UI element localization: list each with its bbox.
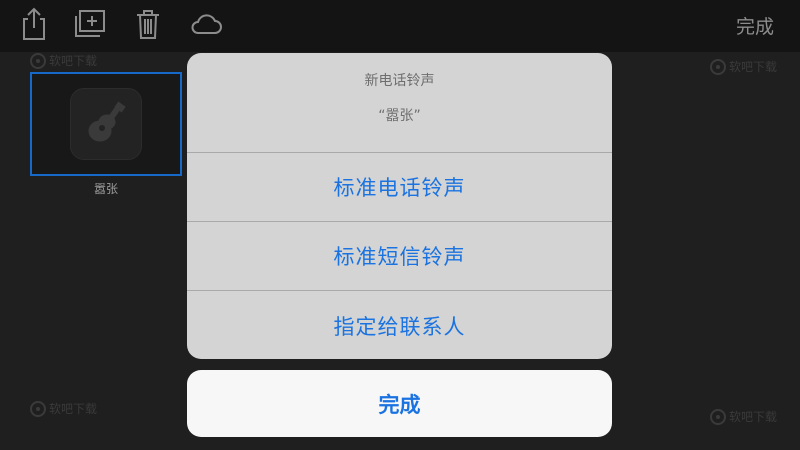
option-assign-to-contact[interactable]: 指定给联系人 bbox=[187, 291, 612, 359]
watermark-text: 软吧下载 bbox=[49, 402, 98, 416]
watermark-text: 软吧下载 bbox=[729, 410, 778, 424]
garageband-guitar-icon bbox=[70, 88, 142, 160]
action-sheet-title: 新电话铃声 bbox=[364, 73, 435, 89]
share-icon[interactable] bbox=[14, 6, 54, 42]
document-name: 嚣张 bbox=[93, 182, 118, 196]
watermark-logo-icon bbox=[710, 408, 726, 425]
option-standard-text-tone[interactable]: 标准短信铃声 bbox=[187, 222, 612, 291]
action-sheet: 新电话铃声 “嚣张” 标准电话铃声 标准短信铃声 指定给联系人 bbox=[187, 53, 612, 359]
action-sheet-header: 新电话铃声 “嚣张” bbox=[187, 53, 612, 153]
cloud-icon[interactable] bbox=[186, 6, 226, 42]
watermark-logo-icon bbox=[30, 400, 46, 417]
action-sheet-subtitle: “嚣张” bbox=[378, 108, 421, 124]
done-button-toolbar[interactable]: 完成 bbox=[736, 12, 774, 39]
trash-icon[interactable] bbox=[128, 6, 168, 42]
watermark: 软吧下载 bbox=[30, 52, 97, 69]
watermark: 软吧下载 bbox=[710, 58, 777, 75]
option-standard-ringtone[interactable]: 标准电话铃声 bbox=[187, 153, 612, 222]
watermark: 软吧下载 bbox=[30, 400, 97, 417]
document-tile-selected[interactable] bbox=[30, 72, 182, 176]
watermark-logo-icon bbox=[710, 58, 726, 75]
top-toolbar: 完成 bbox=[0, 0, 800, 52]
new-folder-icon[interactable] bbox=[70, 6, 110, 42]
watermark-text: 软吧下载 bbox=[729, 60, 778, 74]
ios-screen: 完成 嚣张 软吧下载 软吧下载 软吧下载 软吧下载 新电话铃声 “嚣张” 标准电… bbox=[0, 0, 800, 450]
watermark-text: 软吧下载 bbox=[49, 54, 98, 68]
action-sheet-done-button[interactable]: 完成 bbox=[187, 370, 612, 437]
watermark-logo-icon bbox=[30, 52, 46, 69]
watermark: 软吧下载 bbox=[710, 408, 777, 425]
